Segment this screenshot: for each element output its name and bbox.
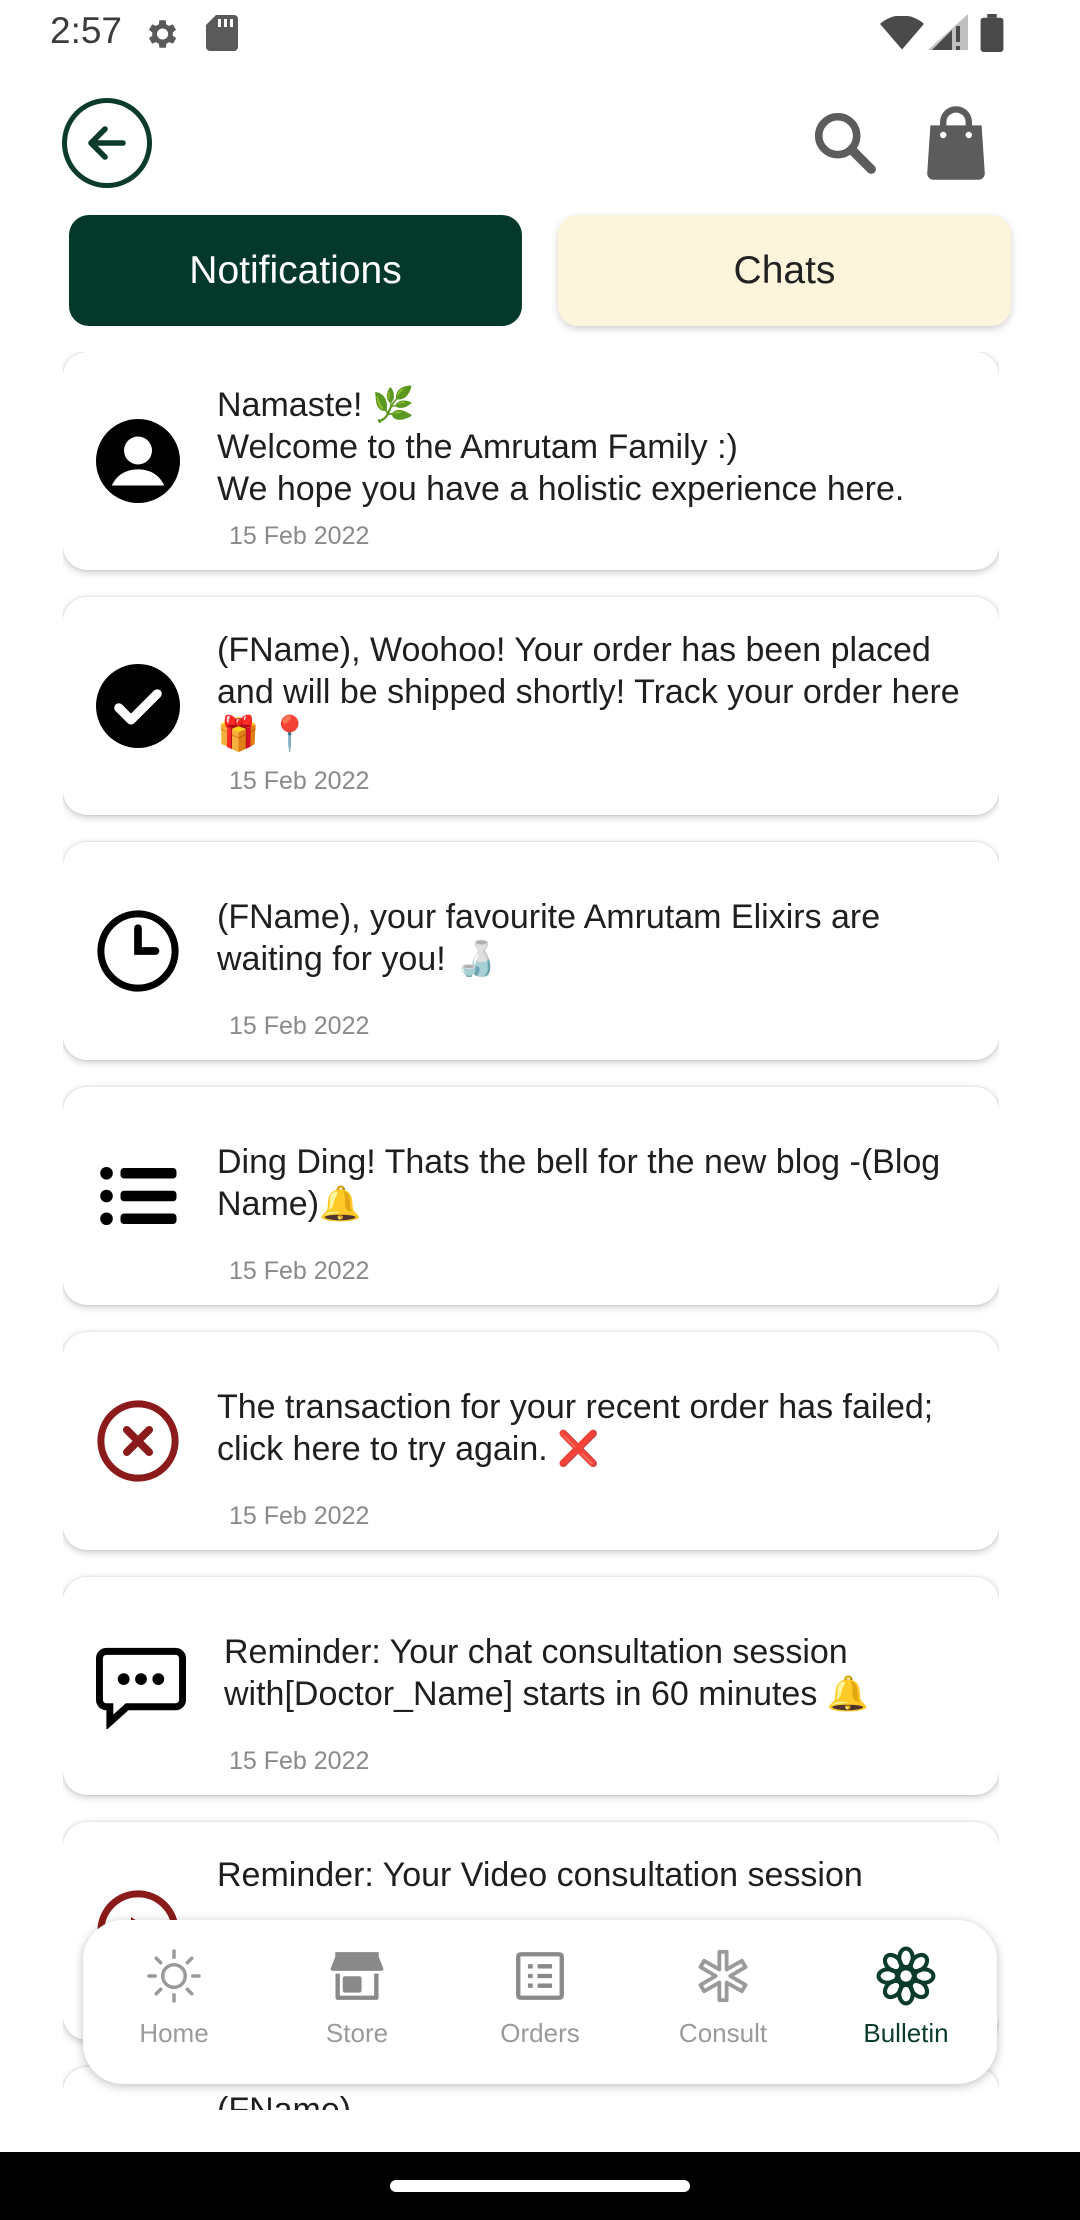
- nav-store-label: Store: [325, 2018, 389, 2048]
- signal-icon: [928, 14, 968, 55]
- notification-card[interactable]: (FName), Woohoo! Your order has been pla…: [63, 597, 999, 815]
- tab-chats-label: Chats: [733, 248, 836, 292]
- notification-text: (FName): [217, 2091, 352, 2110]
- notification-text: Reminder: Your chat consultation session…: [224, 1633, 870, 1713]
- clock-icon: [96, 909, 180, 993]
- search-button[interactable]: [810, 108, 880, 178]
- system-navigation-bar: [0, 2152, 1080, 2220]
- nav-home[interactable]: Home: [83, 1920, 265, 2084]
- search-icon: [814, 112, 876, 174]
- bottom-navigation: Home Store Orders Consult Bulletin: [83, 1920, 997, 2084]
- notification-text: Ding Ding! Thats the bell for the new bl…: [217, 1143, 941, 1223]
- nav-orders[interactable]: Orders: [449, 1920, 631, 2084]
- arrow-left-circle-icon: [88, 126, 126, 160]
- user-avatar-icon: [96, 419, 180, 503]
- status-bar: 2:57: [0, 0, 1080, 64]
- nav-orders-label: Orders: [500, 2018, 580, 2048]
- orders-list-icon: [508, 1944, 572, 2008]
- notification-date: 15 Feb 2022: [229, 1012, 370, 1040]
- notification-text: (FName), Woohoo! Your order has been pla…: [217, 631, 960, 753]
- home-gesture-pill[interactable]: [390, 2180, 690, 2192]
- notification-card[interactable]: The transaction for your recent order ha…: [63, 1332, 999, 1550]
- notification-card[interactable]: Reminder: Your chat consultation session…: [63, 1577, 999, 1795]
- asterisk-icon: [691, 1944, 755, 2008]
- wifi-icon: [880, 15, 924, 55]
- notification-card[interactable]: Ding Ding! Thats the bell for the new bl…: [63, 1087, 999, 1305]
- notification-date: 15 Feb 2022: [229, 1502, 370, 1530]
- gear-icon: [142, 15, 180, 58]
- shopping-bag-button[interactable]: [924, 106, 988, 180]
- shopping-bag-icon: [927, 106, 985, 180]
- notification-text: Namaste! 🌿 Welcome to the Amrutam Family…: [217, 386, 905, 508]
- tab-notifications[interactable]: Notifications: [69, 215, 522, 326]
- notification-card[interactable]: Namaste! 🌿 Welcome to the Amrutam Family…: [63, 352, 999, 570]
- sun-icon: [142, 1944, 206, 2008]
- tab-chats[interactable]: Chats: [558, 215, 1011, 326]
- sd-card-icon: [206, 15, 238, 56]
- nav-store[interactable]: Store: [266, 1920, 448, 2084]
- notification-date: 15 Feb 2022: [229, 1257, 370, 1285]
- status-time: 2:57: [50, 10, 123, 51]
- tab-notifications-label: Notifications: [189, 248, 402, 292]
- error-circle-icon: [96, 1399, 180, 1483]
- store-icon: [325, 1944, 389, 2008]
- back-button[interactable]: [62, 98, 152, 188]
- notification-text: The transaction for your recent order ha…: [217, 1388, 934, 1468]
- notification-card[interactable]: (FName), your favourite Amrutam Elixirs …: [63, 842, 999, 1060]
- nav-bulletin[interactable]: Bulletin: [815, 1920, 997, 2084]
- nav-consult[interactable]: Consult: [632, 1920, 814, 2084]
- notification-date: 15 Feb 2022: [229, 522, 370, 550]
- battery-icon: [980, 14, 1004, 57]
- check-circle-icon: [96, 664, 180, 748]
- nav-consult-label: Consult: [678, 2018, 768, 2048]
- nav-home-label: Home: [139, 2018, 209, 2048]
- notification-text: Reminder: Your Video consultation sessio…: [217, 1856, 863, 1894]
- list-icon: [96, 1154, 180, 1238]
- notification-date: 15 Feb 2022: [229, 767, 370, 795]
- notification-date: 15 Feb 2022: [229, 1747, 370, 1775]
- chat-bubble-icon: [96, 1644, 186, 1729]
- notification-text: (FName), your favourite Amrutam Elixirs …: [217, 898, 881, 978]
- notifications-list[interactable]: Namaste! 🌿 Welcome to the Amrutam Family…: [63, 352, 999, 2110]
- nav-bulletin-label: Bulletin: [863, 2018, 949, 2048]
- flower-icon: [874, 1944, 938, 2008]
